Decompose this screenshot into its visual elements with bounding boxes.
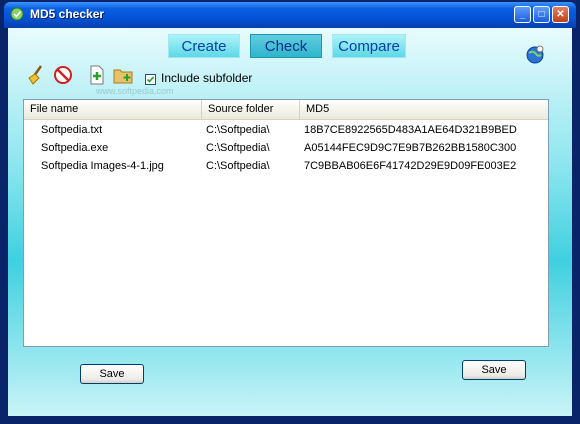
cell-md5: A05144FEC9D9C7E9B7B262BB1580C300 — [304, 142, 517, 154]
save-right-button[interactable]: Save — [462, 360, 526, 380]
cell-source-folder: C:\Softpedia\ — [206, 160, 270, 172]
cell-source-folder: C:\Softpedia\ — [206, 124, 270, 136]
minimize-button[interactable]: _ — [514, 6, 531, 23]
file-list[interactable]: File name Source folder MD5 Softpedia.tx… — [23, 99, 549, 347]
table-row[interactable]: Softpedia Images-4-1.jpg C:\Softpedia\ 7… — [24, 158, 548, 175]
cell-source-folder: C:\Softpedia\ — [206, 142, 270, 154]
cell-md5: 7C9BBAB06E6F41742D29E9D09FE003E2 — [304, 160, 517, 172]
app-window: MD5 checker _ □ ✕ Create Check Compare I… — [0, 0, 580, 424]
broom-icon[interactable] — [26, 64, 48, 86]
window-title: MD5 checker — [30, 7, 105, 21]
tab-check[interactable]: Check — [250, 34, 322, 58]
save-left-button[interactable]: Save — [80, 364, 144, 384]
maximize-button[interactable]: □ — [533, 6, 550, 23]
table-row[interactable]: Softpedia.exe C:\Softpedia\ A05144FEC9D9… — [24, 140, 548, 157]
cell-file-name: Softpedia.exe — [41, 142, 109, 154]
checkmark-icon — [146, 76, 155, 83]
column-source-folder[interactable]: Source folder — [202, 100, 300, 119]
app-icon — [10, 7, 24, 21]
title-bar[interactable]: MD5 checker _ □ ✕ — [4, 2, 576, 28]
tab-create[interactable]: Create — [168, 34, 240, 58]
globe-icon[interactable] — [524, 44, 546, 66]
list-header: File name Source folder MD5 — [24, 100, 548, 120]
add-file-icon[interactable] — [86, 64, 108, 86]
tab-compare[interactable]: Compare — [332, 34, 406, 58]
include-subfolder-label[interactable]: Include subfolder — [161, 71, 252, 85]
cell-md5: 18B7CE8922565D483A1AE64D321B9BED — [304, 124, 517, 136]
cell-file-name: Softpedia.txt — [41, 124, 103, 136]
clear-icon[interactable] — [52, 64, 74, 86]
column-file-name[interactable]: File name — [24, 100, 202, 119]
add-folder-icon[interactable] — [112, 64, 134, 86]
watermark: www.softpedia.com — [96, 86, 174, 96]
column-md5[interactable]: MD5 — [300, 100, 548, 119]
include-subfolder-checkbox[interactable] — [145, 74, 156, 85]
close-button[interactable]: ✕ — [552, 6, 569, 23]
table-row[interactable]: Softpedia.txt C:\Softpedia\ 18B7CE892256… — [24, 122, 548, 139]
main-panel: Create Check Compare Include subfolder w… — [8, 28, 572, 416]
cell-file-name: Softpedia Images-4-1.jpg — [41, 160, 164, 172]
